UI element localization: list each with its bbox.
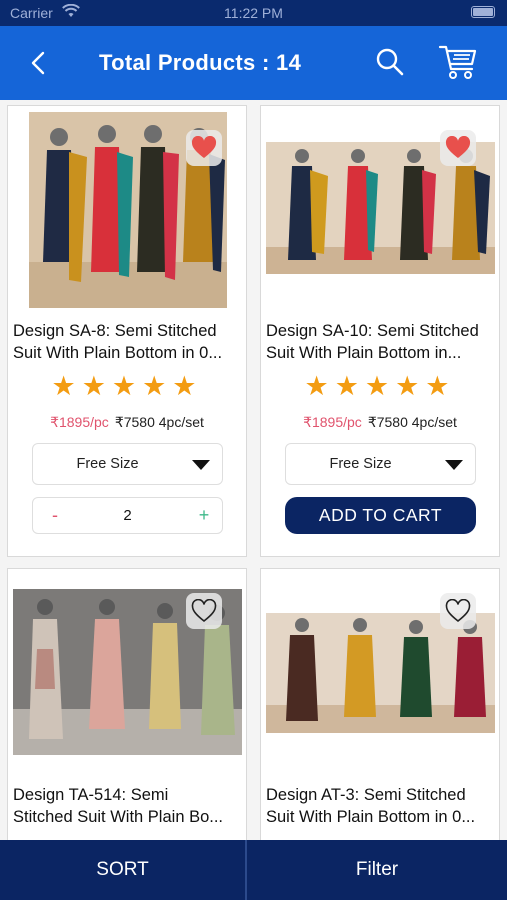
app-header: Total Products : 14 — [0, 26, 507, 100]
back-arrow-icon[interactable] — [24, 48, 54, 78]
favorite-heart-icon[interactable] — [440, 130, 476, 166]
product-card[interactable]: Design AT-3: Semi Stitched Suit With Pla… — [260, 568, 500, 840]
product-name[interactable]: Design SA-8: Semi Stitched Suit With Pla… — [13, 320, 240, 364]
price-per-piece: ₹1895/pc — [303, 414, 362, 430]
product-image[interactable] — [266, 613, 495, 733]
size-value: Free Size — [76, 456, 139, 472]
add-to-cart-button[interactable]: ADD TO CART — [285, 497, 476, 534]
size-value: Free Size — [329, 456, 392, 472]
product-card[interactable]: Design SA-8: Semi Stitched Suit With Pla… — [7, 105, 247, 557]
quantity-stepper[interactable]: - 2 + — [32, 497, 223, 534]
filter-button[interactable]: Filter — [247, 840, 507, 900]
price-per-piece: ₹1895/pc — [50, 414, 109, 430]
size-dropdown[interactable]: Free Size — [32, 443, 223, 485]
product-card[interactable]: Design SA-10: Semi Stitched Suit With Pl… — [260, 105, 500, 557]
battery-icon — [471, 6, 495, 18]
favorite-heart-icon[interactable] — [440, 593, 476, 629]
product-card[interactable]: Design TA-514: Semi Stitched Suit With P… — [7, 568, 247, 840]
product-name[interactable]: Design SA-10: Semi Stitched Suit With Pl… — [266, 320, 493, 364]
search-icon[interactable] — [374, 46, 406, 78]
rating-stars: ★★★★★ — [304, 371, 456, 401]
status-bar: Carrier 11:22 PM — [0, 0, 507, 26]
bottom-action-bar: SORT Filter — [0, 840, 507, 900]
product-name[interactable]: Design AT-3: Semi Stitched Suit With Pla… — [266, 784, 493, 828]
favorite-heart-icon[interactable] — [186, 130, 222, 166]
product-name[interactable]: Design TA-514: Semi Stitched Suit With P… — [13, 784, 240, 828]
price-row: ₹1895/pc ₹7580 4pc/set — [8, 414, 246, 431]
price-row: ₹1895/pc ₹7580 4pc/set — [261, 414, 499, 431]
clock: 11:22 PM — [224, 5, 283, 21]
favorite-heart-icon[interactable] — [186, 593, 222, 629]
chevron-down-icon — [192, 460, 210, 470]
size-dropdown[interactable]: Free Size — [285, 443, 476, 485]
price-per-set: ₹7580 4pc/set — [114, 414, 204, 430]
sort-button[interactable]: SORT — [0, 840, 245, 900]
cart-icon[interactable] — [437, 41, 479, 83]
chevron-down-icon — [445, 460, 463, 470]
product-grid: Design SA-8: Semi Stitched Suit With Pla… — [0, 100, 507, 840]
increment-button[interactable]: + — [194, 505, 214, 525]
page-title: Total Products : 14 — [99, 50, 302, 75]
rating-stars: ★★★★★ — [51, 371, 203, 401]
price-per-set: ₹7580 4pc/set — [367, 414, 457, 430]
